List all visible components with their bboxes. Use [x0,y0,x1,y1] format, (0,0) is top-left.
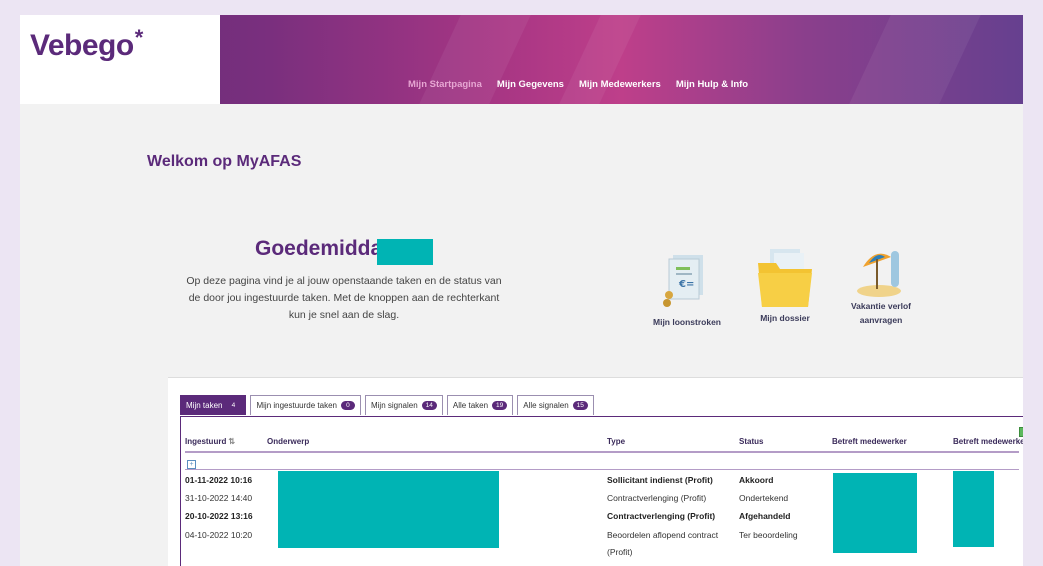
greeting-title: Goedemiddag [255,237,396,260]
banner-stripe [419,15,531,104]
column-header-onderwerp[interactable]: Onderwerp [267,437,309,446]
sort-icon[interactable]: ⇅ [228,437,235,446]
tab-label: Mijn taken [186,401,223,410]
cell-type-continued: (Profit) [607,547,633,557]
tab-bar: Mijn taken 4 Mijn ingestuurde taken 0 Mijn… [180,395,594,415]
redacted-username [377,239,433,265]
tab-count: 19 [492,401,508,410]
banner-stripe [849,15,981,104]
dossier-label: Mijn dossier [760,313,810,323]
nav-item-hulp-info[interactable]: Mijn Hulp & Info [676,79,748,90]
tab-count: 4 [231,402,236,409]
dossier-button[interactable]: Mijn dossier [730,245,840,323]
payslips-button[interactable]: €= Mijn loonstroken [632,253,742,327]
tab-count: 15 [572,401,588,410]
tab-alle-signalen[interactable]: Alle signalen 15 [517,395,594,415]
column-header-status[interactable]: Status [739,437,763,446]
main-nav: Mijn Startpagina Mijn Gegevens Mijn Mede… [408,79,748,90]
tab-label: Alle signalen [523,401,569,410]
svg-text:€=: €= [678,279,694,290]
cell-status: Ter beoordeling [739,530,798,540]
beach-umbrella-icon [857,251,901,297]
logo-area: Vebego* [20,15,220,104]
cell-type: Beoordelen aflopend contract [607,530,719,540]
tab-label: Mijn signalen [370,401,418,410]
tab-mijn-taken[interactable]: Mijn taken 4 [180,395,247,415]
cell-ingestuurd[interactable]: 04-10-2022 10:20 [185,530,252,540]
cell-status: Akkoord [739,475,774,485]
nav-item-gegevens[interactable]: Mijn Gegevens [497,79,564,90]
tasks-table: Ingestuurd ⇅ Onderwerp Type Status Betref… [180,416,1023,566]
redacted-onderwerp [278,471,499,548]
vacation-request-button[interactable]: Vakantie verlof aanvragen [826,237,936,327]
cell-ingestuurd[interactable]: 31-10-2022 14:40 [185,493,252,503]
intro-text: Op deze pagina vind je al jouw openstaan… [186,275,502,321]
redacted-medewerker-2 [953,471,994,547]
filter-divider [185,469,1019,470]
page-frame: Vebego* Mijn Startpagina Mijn Gegevens M… [20,15,1023,566]
cell-type: Contractverlenging (Profit) [607,493,707,503]
filter-row-icon[interactable]: + [187,460,196,469]
tab-label: Alle taken [452,401,489,410]
folder-icon [758,249,812,307]
redacted-medewerker [833,473,917,553]
page-title: Welkom op MyAFAS [147,153,302,170]
column-header-betreft-medewerker[interactable]: Betreft medewerker [832,437,907,446]
logo-star-icon: * [134,25,144,50]
column-header-ingestuurd[interactable]: Ingestuurd ⇅ [185,437,235,446]
payslips-label: Mijn loonstroken [653,317,721,327]
vebego-logo[interactable]: Vebego* [30,25,143,63]
cell-type: Sollicitant indienst (Profit) [607,475,713,485]
tab-alle-taken[interactable]: Alle taken 19 [446,395,514,415]
vacation-label: Vakantie verlof aanvragen [850,301,911,325]
tab-label: Mijn ingestuurde taken [256,401,337,410]
payslip-icon: €= [663,255,703,307]
header-banner: Vebego* Mijn Startpagina Mijn Gegevens M… [20,15,1023,104]
cell-ingestuurd[interactable]: 01-11-2022 10:16 [185,475,252,485]
tab-count: 14 [421,401,437,410]
nav-item-startpagina[interactable]: Mijn Startpagina [408,79,482,90]
tab-mijn-ingestuurde-taken[interactable]: Mijn ingestuurde taken 0 [250,395,361,415]
header-divider [185,451,1019,453]
banner-stripe [559,15,641,104]
tab-mijn-signalen[interactable]: Mijn signalen 14 [364,395,443,415]
tasks-panel: Mijn taken 4 Mijn ingestuurde taken 0 Mijn… [168,377,1023,566]
cell-status: Ondertekend [739,493,789,503]
column-header-type[interactable]: Type [607,437,625,446]
cell-type: Contractverlenging (Profit) [607,511,716,521]
tab-count: 0 [340,401,355,410]
cell-ingestuurd[interactable]: 20-10-2022 13:16 [185,511,253,521]
export-excel-icon[interactable] [1019,427,1023,437]
cell-status: Afgehandeld [739,511,791,521]
nav-item-medewerkers[interactable]: Mijn Medewerkers [579,79,661,90]
column-header-betreft-medewerker-2[interactable]: Betreft medewerke [953,437,1023,446]
